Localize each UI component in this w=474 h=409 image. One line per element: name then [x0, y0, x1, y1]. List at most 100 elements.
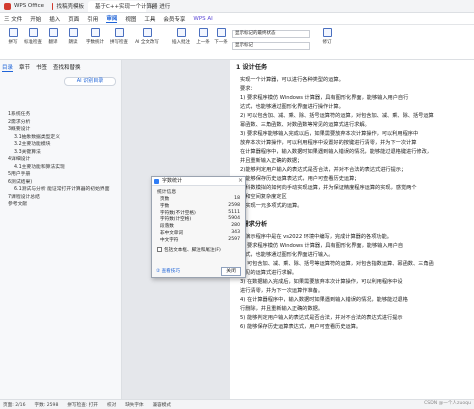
- word-count-indicator[interactable]: 字数: 2598: [35, 402, 59, 408]
- menu-review[interactable]: 审阅: [106, 14, 118, 23]
- menu-start[interactable]: 开始: [30, 15, 41, 23]
- page-indicator[interactable]: 页面: 2/16: [3, 402, 26, 408]
- nav-tab-chapter[interactable]: 章节: [19, 63, 30, 72]
- spell-button[interactable]: 拼写: [4, 28, 22, 45]
- tab-label: 找稿壳模板: [56, 4, 84, 10]
- abc-icon: [114, 28, 124, 37]
- stat-label: 中文字符: [160, 237, 179, 243]
- stat-value: 280: [231, 223, 240, 229]
- stats-row: 中文字符 2597: [152, 237, 245, 244]
- template-icon: [52, 2, 54, 10]
- toc-item[interactable]: 6.1测试与分析 能证常打开计算器的初始界面: [8, 185, 120, 193]
- toc-item[interactable]: 1系统任务: [8, 110, 120, 118]
- menu-page[interactable]: 页面: [68, 15, 79, 23]
- next-comment-button[interactable]: 下一条: [212, 28, 230, 45]
- document-line: 3) 要求程序能够输入完成以后，如果需要放弃本次计算操作，可以利用程序中: [240, 131, 419, 137]
- view-tips-link[interactable]: ② 查看技巧: [156, 268, 180, 274]
- stats-section-label: 统计信息: [157, 190, 177, 195]
- markup-state-dropdown[interactable]: 显示标记的最终状态: [232, 30, 310, 38]
- toc-item[interactable]: 4详细设计: [8, 155, 120, 163]
- document-line: 幂函数、三角函数、对数函数等常见的运算式进行求解。: [240, 122, 370, 128]
- toc-item[interactable]: 2需求分析: [8, 118, 120, 126]
- spell-check-indicator[interactable]: 拼写检查: 打开: [67, 402, 98, 408]
- toc-item[interactable]: 6测试结果): [8, 178, 120, 186]
- include-textbox-checkbox[interactable]: [157, 247, 162, 253]
- menu-references[interactable]: 引用: [87, 15, 98, 23]
- document-line: 5) 能够判定用户输入的表达式是否合法，并对不合法的表达式进行提示: [240, 315, 403, 321]
- insert-comment-button[interactable]: 插入批注: [172, 28, 190, 45]
- toc-item[interactable]: 4.1主要功能和算法实现: [8, 163, 120, 171]
- document-heading: 1 设计任务: [236, 64, 268, 71]
- menu-insert[interactable]: 插入: [49, 15, 60, 23]
- document-line: 4)科数模拟的如何向手动实现运算，并为保证精度程序运算的实现，感觉两个: [240, 185, 417, 191]
- nav-tab-bookmark[interactable]: 书签: [36, 63, 47, 72]
- speaker-icon: [68, 28, 78, 37]
- document-line: 行删除，并且重新输入正确的数据。: [240, 306, 324, 312]
- include-textbox-checkbox-row[interactable]: 包括文本框、脚注和尾注(F): [152, 244, 245, 256]
- ai-toc-button[interactable]: AI 识别目录: [64, 77, 116, 86]
- prev-comment-button[interactable]: 上一条: [194, 28, 212, 45]
- nav-tabs: 目录 章节 书签 查找和替换: [2, 63, 120, 72]
- stat-value: 343: [231, 229, 240, 235]
- missing-font-indicator[interactable]: 缺失字体: [125, 402, 143, 408]
- stat-label: 字符数(不计空格): [160, 210, 196, 216]
- menu-tools[interactable]: 工具: [144, 15, 155, 23]
- document-line: 达式，也能够通过图形化界面进行输入。: [240, 252, 334, 258]
- toc-item[interactable]: 3.1抽象数据类型定义: [8, 133, 120, 141]
- document-line: 1) 要求程序模仿 Windows 计算器，具有图形化界面，能够输入用户自: [240, 243, 404, 249]
- toc-item[interactable]: 5用户手册: [8, 170, 120, 178]
- tab-templates[interactable]: 找稿壳模板: [48, 1, 88, 12]
- menu-file[interactable]: 三 文件: [4, 15, 22, 23]
- word-count-button[interactable]: 字数统计: [86, 28, 104, 45]
- stat-label: 页数: [160, 197, 170, 202]
- up-arrow-icon: [198, 28, 208, 37]
- word-count-icon: [90, 28, 100, 37]
- document-line: 达式，也能够通过图形化界面进行操作计算。: [240, 104, 344, 110]
- stats-row: 页数 18: [152, 196, 245, 203]
- read-aloud-button[interactable]: 朗读: [64, 28, 82, 45]
- document-line: 3)能够保存历史运算表达式，用户可查看历史运算；: [240, 176, 360, 182]
- compat-mode-indicator: 兼容模式: [152, 402, 171, 408]
- tab-wps-office[interactable]: WPS Office: [0, 1, 48, 12]
- toc-item[interactable]: 参考文献: [8, 200, 120, 208]
- track-changes-button[interactable]: 修订: [318, 28, 336, 45]
- toc-item[interactable]: 3概要设计: [8, 125, 120, 133]
- check-icon: [28, 28, 38, 37]
- spell-check-button[interactable]: 拼写检查: [110, 28, 128, 45]
- proof-indicator[interactable]: 校对: [107, 402, 116, 408]
- tab-label: WPS Office: [13, 3, 44, 9]
- menu-member[interactable]: 会员专享: [163, 15, 185, 23]
- menu-wps-ai[interactable]: WPS AI: [193, 16, 212, 22]
- toc-item[interactable]: 3.3关键算法: [8, 148, 120, 156]
- show-markup-dropdown[interactable]: 显示标记: [232, 42, 310, 50]
- ribbon-toolbar: 拼写 标准检查 翻译 朗读 字数统计 拼写检查 AI 全文改写 插入批注 上一条…: [0, 25, 474, 60]
- toc-item[interactable]: 7课程设计总结: [8, 193, 120, 201]
- ai-rewrite-button[interactable]: AI 全文改写: [135, 28, 159, 45]
- toc-item[interactable]: 3.2主要功能模块: [8, 140, 120, 148]
- document-line: 进行清零，并为下一次运算作准备。: [240, 288, 324, 294]
- document-line: 2) 可包含加、减、乘、除、括号等运算符的运算，对包含指数运算、幂函数、三角函: [240, 261, 434, 267]
- word-count-dialog: 字数统计 × 统计信息 页数 18 字数 2598 字符数(不计空格) 5111 字符数(计…: [151, 176, 246, 278]
- document-line: 实现一个计算器，可以进行各种类型的运算。: [240, 77, 344, 83]
- document-line: 本演示程序中是在 vs2022 环境中编写，完成计算器的各项功能。: [240, 234, 392, 240]
- document-page[interactable]: 1 设计任务实现一个计算器，可以进行各种类型的运算。 要求： 1) 要求程序模仿 W…: [230, 60, 474, 399]
- close-button[interactable]: 关闭: [221, 266, 241, 276]
- dialog-close-icon[interactable]: ×: [238, 177, 243, 185]
- document-line: 2)能够判定用户输入的表达式是否合法，并对不合法的表达式进行提示；: [240, 167, 407, 173]
- spell-icon: [8, 28, 18, 37]
- menu-view[interactable]: 视图: [125, 15, 136, 23]
- stat-value: 2597: [228, 236, 240, 242]
- tab-document[interactable]: 基于C++实现一个计算器 进行: [88, 0, 170, 12]
- comment-icon: [176, 28, 186, 37]
- dialog-app-icon: [154, 179, 159, 184]
- nav-tab-toc[interactable]: 目录: [2, 63, 14, 72]
- checkbox-label: 包括文本框、脚注和尾注(F): [164, 247, 221, 253]
- standard-check-button[interactable]: 标准检查: [24, 28, 42, 45]
- document-line: 要求：: [240, 86, 256, 92]
- document-line: 常见的运算式进行求解。: [240, 270, 298, 276]
- new-tab-button[interactable]: +: [149, 2, 156, 11]
- nav-tab-find[interactable]: 查找和替换: [53, 63, 81, 72]
- translate-button[interactable]: 翻译: [44, 28, 62, 45]
- stat-label: 字数: [160, 203, 170, 209]
- document-line: 在计算器程序中，输入数据时如果遇到输入错误的情况，能够能过退格键进行修改，: [240, 149, 432, 155]
